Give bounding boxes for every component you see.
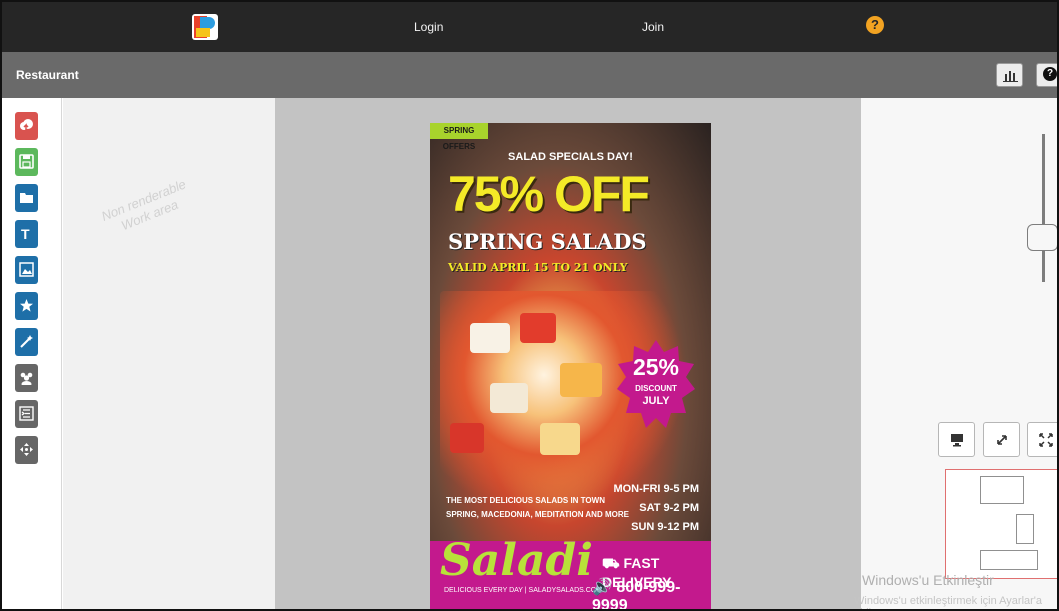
- windows-activation-text: Windows'u Etkinleştir: [862, 572, 994, 588]
- salad-description: THE MOST DELICIOUS SALADS IN TOWN SPRING…: [446, 496, 629, 519]
- salad-photo: [520, 313, 556, 343]
- effects-tool-button[interactable]: [15, 328, 38, 356]
- badge-month: JULY: [642, 395, 670, 407]
- speaker-icon: 🔊: [592, 579, 617, 596]
- left-toolbar: T: [2, 98, 62, 609]
- badge-label: DISCOUNT: [635, 384, 677, 393]
- upload-icon: [20, 119, 33, 130]
- upload-button[interactable]: [15, 112, 38, 140]
- salad-photo: [490, 383, 528, 413]
- valid-dates-text: VALID APRIL 15 TO 21 ONLY: [448, 261, 628, 274]
- image-icon: [19, 262, 34, 277]
- app-window: Login Join ? Restaurant ? T Non renderab…: [0, 0, 1059, 611]
- expand-icon: [997, 435, 1007, 445]
- image-tool-button[interactable]: [15, 256, 38, 284]
- statistics-button[interactable]: [996, 63, 1023, 87]
- fullscreen-icon: [1039, 433, 1053, 447]
- page-title: Restaurant: [16, 68, 79, 82]
- minimap[interactable]: [945, 469, 1057, 579]
- top-navbar: Login Join ?: [2, 2, 1057, 52]
- brand-name: Saladi: [440, 535, 593, 586]
- join-link[interactable]: Join: [642, 20, 664, 34]
- magic-wand-icon: [20, 335, 33, 348]
- brand-tagline: DELICIOUS EVERY DAY | SALADYSALADS.COM: [444, 587, 603, 594]
- salad-photo: [540, 423, 580, 455]
- shape-tool-button[interactable]: [15, 292, 38, 320]
- app-logo[interactable]: [192, 14, 218, 40]
- discount-badge: 25% DISCOUNT JULY: [617, 340, 695, 432]
- truck-icon: ⛟: [602, 555, 624, 571]
- expand-button[interactable]: [983, 422, 1020, 457]
- minimap-poster: [1016, 514, 1034, 544]
- folder-open-icon: [20, 193, 33, 203]
- specials-heading: SALAD SPECIALS DAY!: [508, 151, 633, 163]
- fit-screen-button[interactable]: [938, 422, 975, 457]
- salad-photo: [450, 423, 484, 453]
- salad-photo: [470, 323, 510, 353]
- question-icon: ?: [1043, 67, 1057, 81]
- group-tool-button[interactable]: [15, 364, 38, 392]
- salad-photo: [560, 363, 602, 397]
- help-button[interactable]: ?: [1036, 63, 1057, 87]
- open-button[interactable]: [15, 184, 38, 212]
- fullscreen-button[interactable]: [1027, 422, 1057, 457]
- login-link[interactable]: Login: [414, 20, 443, 34]
- save-button[interactable]: [15, 148, 38, 176]
- text-tool-button[interactable]: T: [15, 220, 38, 248]
- move-icon: [20, 443, 33, 456]
- layers-tool-button[interactable]: [15, 400, 38, 428]
- move-tool-button[interactable]: [15, 436, 38, 464]
- group-icon: [20, 372, 33, 385]
- svg-text:T: T: [21, 226, 30, 241]
- spring-salads-heading: SPRING SALADS: [448, 229, 647, 254]
- minimap-viewport: [980, 476, 1024, 504]
- bar-chart-icon: [1003, 71, 1018, 82]
- badge-percent: 25%: [632, 354, 680, 380]
- poster-canvas[interactable]: SPRING OFFERS SALAD SPECIALS DAY! 75% OF…: [430, 123, 711, 611]
- save-icon: [19, 154, 34, 169]
- discount-headline: 75% OFF: [448, 166, 650, 222]
- editor-titlebar: Restaurant ?: [2, 52, 1057, 98]
- layers-icon: [19, 406, 34, 421]
- windows-activation-subtext: Windows'u etkinleştirmek için Ayarlar'a …: [854, 595, 1043, 609]
- non-renderable-work-area[interactable]: [63, 98, 275, 609]
- monitor-icon: [951, 434, 963, 447]
- star-icon: [20, 299, 33, 312]
- help-icon[interactable]: ?: [866, 16, 884, 34]
- text-icon: T: [21, 226, 30, 241]
- zoom-slider-thumb[interactable]: [1027, 224, 1057, 251]
- spring-offers-tag: SPRING OFFERS: [430, 123, 488, 151]
- minimap-viewport: [980, 550, 1038, 570]
- phone-number: 🔊 800-999-9999: [592, 579, 681, 611]
- zoom-slider-track[interactable]: [1042, 134, 1045, 282]
